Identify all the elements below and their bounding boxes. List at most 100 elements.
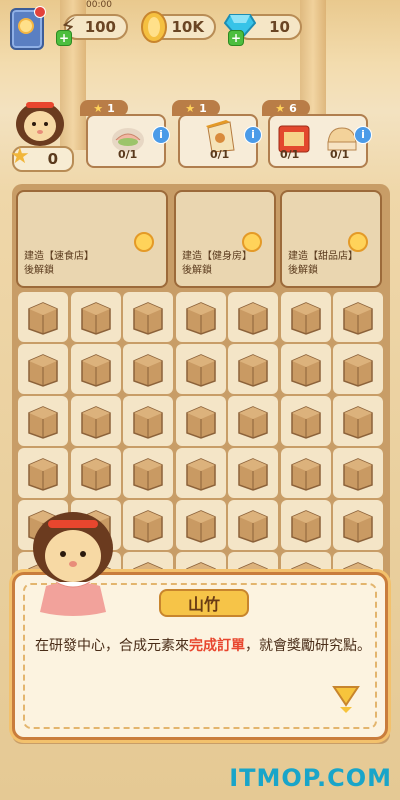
coin-icon xyxy=(242,232,262,252)
order-progress: 0/1 xyxy=(330,148,350,161)
cardboard-box-icon xyxy=(340,455,376,491)
board-cell[interactable] xyxy=(228,396,278,446)
cardboard-box-icon xyxy=(340,299,376,335)
food-box-icon xyxy=(276,120,310,153)
board-cell[interactable] xyxy=(123,448,173,498)
board-cell[interactable] xyxy=(175,448,226,498)
board-cell[interactable] xyxy=(175,344,226,394)
board-cell[interactable] xyxy=(70,448,121,498)
cardboard-box-icon xyxy=(235,299,271,335)
board-cell[interactable] xyxy=(228,500,278,550)
order-card[interactable]: 0/1 0/1 i ★ 6 xyxy=(262,100,374,172)
cardboard-box-icon xyxy=(288,403,324,439)
cardboard-box-icon xyxy=(288,507,324,543)
star-icon: ★ xyxy=(10,144,30,169)
board-cell[interactable] xyxy=(228,448,278,498)
cardboard-box-icon xyxy=(183,299,219,335)
cardboard-box-icon xyxy=(183,455,219,491)
board-cell[interactable] xyxy=(280,500,331,550)
locked-area[interactable]: 建造【甜品店】 後解鎖 xyxy=(280,190,382,288)
board-cell[interactable] xyxy=(333,396,383,446)
info-icon[interactable]: i xyxy=(244,126,262,144)
cardboard-box-icon xyxy=(183,351,219,387)
board-cell[interactable] xyxy=(175,396,226,446)
book-menu-button[interactable] xyxy=(10,6,46,50)
board-cell[interactable] xyxy=(175,500,226,550)
order-reward: ★ 1 xyxy=(172,100,220,116)
board-cell[interactable] xyxy=(280,292,331,342)
cardboard-box-icon xyxy=(235,455,271,491)
cardboard-box-icon xyxy=(183,507,219,543)
cardboard-box-icon xyxy=(78,351,114,387)
board-cell[interactable] xyxy=(333,344,383,394)
board-cell[interactable] xyxy=(123,396,173,446)
board-cell[interactable] xyxy=(228,344,278,394)
cardboard-box-icon xyxy=(25,299,61,335)
board-cell[interactable] xyxy=(18,448,68,498)
board-cell[interactable] xyxy=(18,344,68,394)
board-cell[interactable] xyxy=(18,292,68,342)
locked-area[interactable]: 建造【健身房】 後解鎖 xyxy=(174,190,276,288)
watermark: ITMOP.COM xyxy=(229,764,392,792)
star-icon: ★ xyxy=(185,101,196,115)
cardboard-box-icon xyxy=(130,299,166,335)
cardboard-box-icon xyxy=(130,507,166,543)
coin-icon xyxy=(348,232,368,252)
board-cell[interactable] xyxy=(280,344,331,394)
board-cell[interactable] xyxy=(333,292,383,342)
star-counter: ★ 0 xyxy=(10,144,74,172)
order-card[interactable]: 0/1 i ★ 1 xyxy=(80,100,174,172)
coin-icon xyxy=(138,10,170,44)
board-cell[interactable] xyxy=(333,448,383,498)
board-cell[interactable] xyxy=(123,500,173,550)
energy-timer: 00:00 xyxy=(86,0,112,10)
cardboard-box-icon xyxy=(183,403,219,439)
order-card[interactable]: 0/1 i ★ 1 xyxy=(172,100,266,172)
info-icon[interactable]: i xyxy=(354,126,372,144)
add-energy-button[interactable]: + xyxy=(56,30,72,46)
star-icon: ★ xyxy=(275,101,286,115)
cardboard-box-icon xyxy=(78,299,114,335)
board-cell[interactable] xyxy=(280,396,331,446)
board-cell[interactable] xyxy=(70,344,121,394)
board-cell[interactable] xyxy=(280,448,331,498)
order-card-body: 0/1 i xyxy=(86,114,170,168)
cardboard-box-icon xyxy=(78,403,114,439)
dialog-highlight: 完成訂單 xyxy=(189,638,245,654)
order-progress: 0/1 xyxy=(118,148,138,161)
energy-value: 100 xyxy=(84,18,116,36)
locked-area[interactable]: 建造【速食店】 後解鎖 xyxy=(16,190,168,288)
cardboard-box-icon xyxy=(25,403,61,439)
board-cell[interactable] xyxy=(175,292,226,342)
star-icon: ★ xyxy=(93,101,104,115)
milk-carton-icon xyxy=(202,120,236,153)
order-progress: 0/1 xyxy=(280,148,300,161)
board-cell[interactable] xyxy=(70,292,121,342)
board-cell[interactable] xyxy=(123,344,173,394)
board-cell[interactable] xyxy=(18,396,68,446)
add-gems-button[interactable]: + xyxy=(228,30,244,46)
continue-arrow-icon[interactable] xyxy=(331,683,361,713)
board-cell[interactable] xyxy=(123,292,173,342)
board-cell[interactable] xyxy=(70,396,121,446)
order-card-body: 0/1 i xyxy=(178,114,262,168)
board-cell[interactable] xyxy=(333,500,383,550)
cardboard-box-icon xyxy=(340,351,376,387)
board-cell[interactable] xyxy=(228,292,278,342)
order-card-body: 0/1 0/1 i xyxy=(268,114,372,168)
cardboard-box-icon xyxy=(235,507,271,543)
hamster-character xyxy=(18,500,128,620)
coin-icon xyxy=(134,232,154,252)
order-reward: ★ 1 xyxy=(80,100,128,116)
coins-counter[interactable]: 10K xyxy=(141,11,216,43)
cardboard-box-icon xyxy=(288,351,324,387)
energy-counter[interactable]: ⚡ + 100 xyxy=(56,13,128,46)
speaker-name: 山竹 xyxy=(159,589,249,617)
gems-counter[interactable]: + 10 xyxy=(224,14,302,46)
top-bar: ⚡ + 100 00:00 10K + 10 xyxy=(0,0,400,50)
cardboard-box-icon xyxy=(130,403,166,439)
locked-area-label: 建造【速食店】 後解鎖 xyxy=(24,251,94,276)
locked-area-label: 建造【健身房】 後解鎖 xyxy=(182,251,252,276)
info-icon[interactable]: i xyxy=(152,126,170,144)
player-avatar[interactable] xyxy=(12,94,66,148)
